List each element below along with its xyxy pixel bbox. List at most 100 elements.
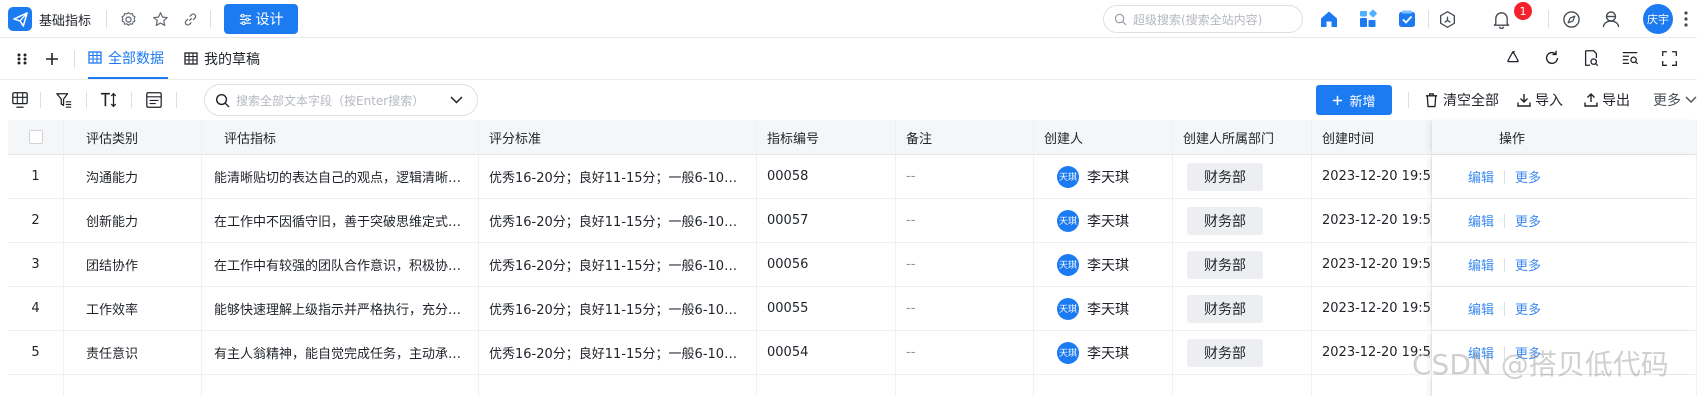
dept-cell[interactable]: 财务部 [1173, 199, 1312, 242]
filter-list-icon[interactable] [1619, 47, 1641, 69]
filter-icon[interactable] [53, 89, 75, 111]
code-cell[interactable]: 00058 [757, 155, 896, 198]
edit-link[interactable]: 编辑 [1468, 299, 1494, 318]
column-header[interactable]: 评估指标 [202, 120, 479, 154]
creator-cell[interactable]: 天琪 李天琪 [1034, 155, 1173, 198]
column-header[interactable]: 创建人 [1034, 120, 1173, 154]
criteria-cell[interactable]: 优秀16-20分；良好11-15分；一般6-10分；... [479, 155, 757, 198]
dept-cell[interactable]: 财务部 [1173, 243, 1312, 286]
design-button[interactable]: 设计 [224, 4, 298, 34]
doc-search-icon[interactable] [1580, 47, 1602, 69]
table-row[interactable]: 1 沟通能力 能清晰贴切的表达自己的观点，逻辑清晰、重... 优秀16-20分；… [8, 155, 1697, 199]
category-cell[interactable]: 创新能力 [64, 199, 202, 242]
header-select-all[interactable] [8, 120, 64, 154]
more-link[interactable]: 更多 [1515, 211, 1541, 230]
criteria-cell[interactable]: 优秀16-20分；良好11-15分；一般6-10分；... [479, 287, 757, 330]
code-cell[interactable]: 00055 [757, 287, 896, 330]
code-cell[interactable]: 00057 [757, 199, 896, 242]
recycle-icon[interactable] [1502, 47, 1524, 69]
creator-cell[interactable]: 天琪 李天琪 [1034, 243, 1173, 286]
column-header[interactable]: 创建时间 [1312, 120, 1432, 154]
home-icon[interactable] [1318, 8, 1340, 30]
indicator-cell[interactable]: 在工作中有较强的团队合作意识，积极协调与... [202, 243, 479, 286]
link-icon[interactable] [180, 9, 200, 29]
row-height-icon[interactable] [143, 89, 165, 111]
column-header[interactable]: 备注 [896, 120, 1034, 154]
select-all-checkbox[interactable] [28, 130, 43, 144]
refresh-icon[interactable] [1541, 47, 1563, 69]
more-link[interactable]: 更多 [1515, 255, 1541, 274]
chevron-down-icon[interactable] [450, 96, 463, 104]
note-cell[interactable]: -- [896, 331, 1034, 374]
sort-icon[interactable] [97, 89, 121, 111]
tab-my-drafts[interactable]: 我的草稿 [184, 38, 260, 79]
add-view-icon[interactable] [42, 49, 62, 69]
column-header[interactable]: 指标编号 [757, 120, 896, 154]
app-logo-icon[interactable] [8, 7, 32, 31]
todo-check-icon[interactable] [1396, 8, 1418, 30]
more-menu-button[interactable]: 更多 [1653, 90, 1697, 110]
created-time-cell[interactable]: 2023-12-20 19:59:5 [1312, 243, 1432, 286]
drag-handle-icon[interactable] [12, 49, 32, 69]
category-cell[interactable]: 工作效率 [64, 287, 202, 330]
code-cell[interactable]: 00054 [757, 331, 896, 374]
column-header[interactable]: 评估类别 [64, 120, 202, 154]
more-link[interactable]: 更多 [1515, 343, 1541, 362]
clear-all-button[interactable]: 清空全部 [1424, 90, 1499, 110]
bell-icon[interactable] [1490, 8, 1512, 30]
code-cell[interactable]: 00056 [757, 243, 896, 286]
user-avatar[interactable]: 庆宇 [1643, 4, 1673, 34]
dept-cell[interactable]: 财务部 [1173, 331, 1312, 374]
table-row[interactable]: 2 创新能力 在工作中不因循守旧，善于突破思维定式，产... 优秀16-20分；… [8, 199, 1697, 243]
edit-link[interactable]: 编辑 [1468, 255, 1494, 274]
indicator-cell[interactable]: 有主人翁精神，能自觉完成任务，主动承担责... [202, 331, 479, 374]
criteria-cell[interactable]: 优秀16-20分；良好11-15分；一般6-10分；... [479, 331, 757, 374]
note-cell[interactable]: -- [896, 243, 1034, 286]
more-link[interactable]: 更多 [1515, 299, 1541, 318]
add-record-button[interactable]: 新增 [1316, 85, 1392, 115]
more-vertical-icon[interactable] [1681, 8, 1691, 30]
apps-icon[interactable] [1357, 8, 1379, 30]
note-cell[interactable]: -- [896, 199, 1034, 242]
super-search-input[interactable]: 超级搜索(搜索全站内容) [1103, 5, 1303, 33]
profile-icon[interactable] [1600, 8, 1622, 30]
star-icon[interactable] [150, 9, 170, 29]
created-time-cell[interactable]: 2023-12-20 19:59:5 [1312, 199, 1432, 242]
note-cell[interactable]: -- [896, 155, 1034, 198]
edit-link[interactable]: 编辑 [1468, 167, 1494, 186]
dept-cell[interactable]: 财务部 [1173, 287, 1312, 330]
creator-cell[interactable]: 天琪 李天琪 [1034, 199, 1173, 242]
creator-cell[interactable]: 天琪 李天琪 [1034, 331, 1173, 374]
creator-cell[interactable]: 天琪 李天琪 [1034, 287, 1173, 330]
table-row[interactable]: 3 团结协作 在工作中有较强的团队合作意识，积极协调与... 优秀16-20分；… [8, 243, 1697, 287]
created-time-cell[interactable]: 2023-12-20 19:59:5 [1312, 287, 1432, 330]
created-time-cell[interactable]: 2023-12-20 19:59:5 [1312, 331, 1432, 374]
tab-all-data[interactable]: 全部数据 [88, 38, 168, 79]
indicator-cell[interactable]: 能清晰贴切的表达自己的观点，逻辑清晰、重... [202, 155, 479, 198]
created-time-cell[interactable]: 2023-12-20 19:59:5 [1312, 155, 1432, 198]
criteria-cell[interactable]: 优秀16-20分；良好11-15分；一般6-10分；... [479, 199, 757, 242]
indicator-cell[interactable]: 在工作中不因循守旧，善于突破思维定式，产... [202, 199, 479, 242]
fullscreen-icon[interactable] [1658, 47, 1680, 69]
grid-view-icon[interactable] [9, 89, 31, 111]
compass-icon[interactable] [1560, 8, 1582, 30]
import-button[interactable]: 导入 [1517, 90, 1563, 110]
category-cell[interactable]: 团结协作 [64, 243, 202, 286]
more-link[interactable]: 更多 [1515, 167, 1541, 186]
column-header[interactable]: 创建人所属部门 [1173, 120, 1312, 154]
category-cell[interactable]: 沟通能力 [64, 155, 202, 198]
note-cell[interactable]: -- [896, 287, 1034, 330]
hexagon-settings-icon[interactable] [1436, 8, 1458, 30]
edit-link[interactable]: 编辑 [1468, 211, 1494, 230]
settings-gear-icon[interactable] [118, 9, 138, 29]
table-row[interactable]: 5 责任意识 有主人翁精神，能自觉完成任务，主动承担责... 优秀16-20分；… [8, 331, 1697, 375]
edit-link[interactable]: 编辑 [1468, 343, 1494, 362]
export-button[interactable]: 导出 [1584, 90, 1630, 110]
column-header[interactable]: 评分标准 [479, 120, 757, 154]
category-cell[interactable]: 责任意识 [64, 331, 202, 374]
table-search-input[interactable]: 搜索全部文本字段（按Enter搜索） [204, 84, 478, 116]
criteria-cell[interactable]: 优秀16-20分；良好11-15分；一般6-10分；... [479, 243, 757, 286]
table-row[interactable]: 4 工作效率 能够快速理解上级指示并严格执行，充分利用... 优秀16-20分；… [8, 287, 1697, 331]
indicator-cell[interactable]: 能够快速理解上级指示并严格执行，充分利用... [202, 287, 479, 330]
dept-cell[interactable]: 财务部 [1173, 155, 1312, 198]
